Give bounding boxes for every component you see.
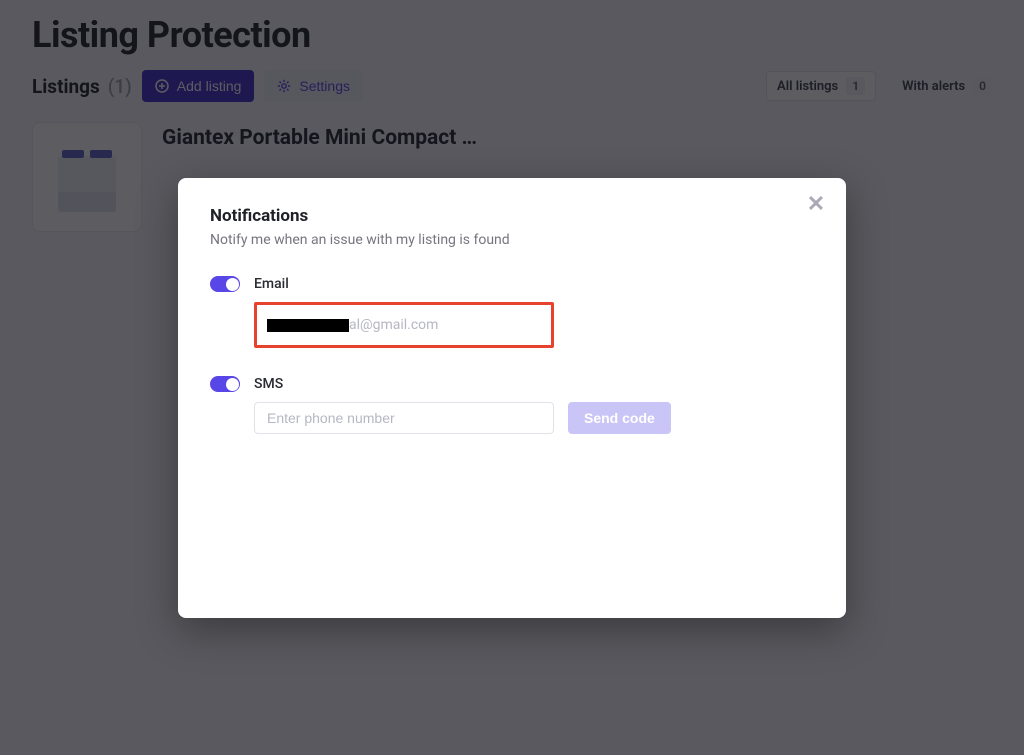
email-row: Email [210,276,814,292]
sms-label: SMS [254,376,283,392]
sms-row: SMS [210,376,814,392]
page-root: Listing Protection Listings (1) Add list… [0,0,1024,755]
phone-input-wrap: Send code [254,402,814,434]
close-icon: ✕ [807,192,825,217]
send-code-button[interactable]: Send code [568,402,671,434]
email-suffix: al@gmail.com [349,317,438,333]
modal-overlay[interactable]: ✕ Notifications Notify me when an issue … [0,0,1024,755]
close-button[interactable]: ✕ [804,192,828,216]
email-input-wrap: al@gmail.com [254,302,814,348]
notifications-modal: ✕ Notifications Notify me when an issue … [178,178,846,618]
email-label: Email [254,276,289,292]
modal-subtitle: Notify me when an issue with my listing … [210,232,814,248]
modal-title: Notifications [210,206,814,226]
email-input[interactable]: al@gmail.com [254,302,554,348]
redacted-block [267,319,349,332]
phone-input[interactable] [254,402,554,434]
email-toggle[interactable] [210,276,240,292]
sms-toggle[interactable] [210,376,240,392]
